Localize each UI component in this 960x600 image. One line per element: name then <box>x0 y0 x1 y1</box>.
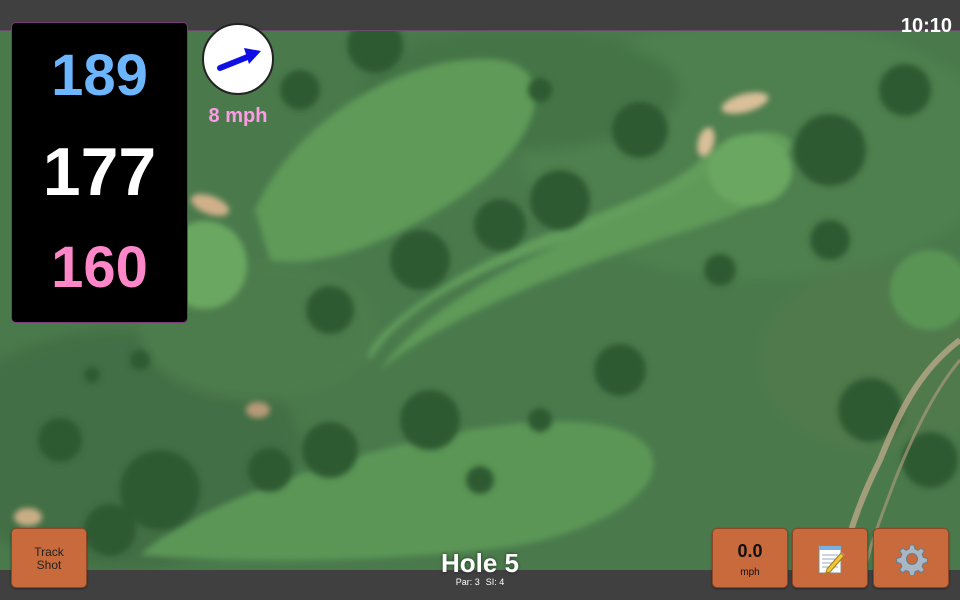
yardage-panel: 189 177 160 <box>11 22 188 323</box>
front-yardage: 160 <box>51 235 148 300</box>
speed-button[interactable]: 0.0 mph <box>712 528 788 588</box>
wind-speed-label: 8 mph <box>208 105 268 127</box>
track-shot-button[interactable]: Track Shot <box>11 528 87 588</box>
notes-button[interactable] <box>792 528 868 588</box>
settings-button[interactable] <box>873 528 949 588</box>
back-yardage: 189 <box>51 43 148 108</box>
speed-unit: mph <box>740 567 760 578</box>
hole-stroke-index: SI: 4 <box>485 577 505 587</box>
speed-value: 0.0 <box>737 541 763 561</box>
hole-info: Par: 3 SI: 4 <box>380 576 580 588</box>
wind-arrow-icon <box>217 48 261 71</box>
clock: 10:10 <box>900 15 952 37</box>
hole-title: Hole 5 <box>440 548 520 578</box>
track-shot-label-line2: Shot <box>36 558 62 572</box>
wind-indicator <box>202 23 274 95</box>
gear-icon <box>896 544 928 575</box>
golf-gps-screen: 10:10 189 177 160 8 mph Track Shot Hole … <box>0 0 960 600</box>
notepad-icon <box>818 545 845 574</box>
hole-par: Par: 3 <box>455 577 480 587</box>
center-yardage: 177 <box>42 134 157 210</box>
